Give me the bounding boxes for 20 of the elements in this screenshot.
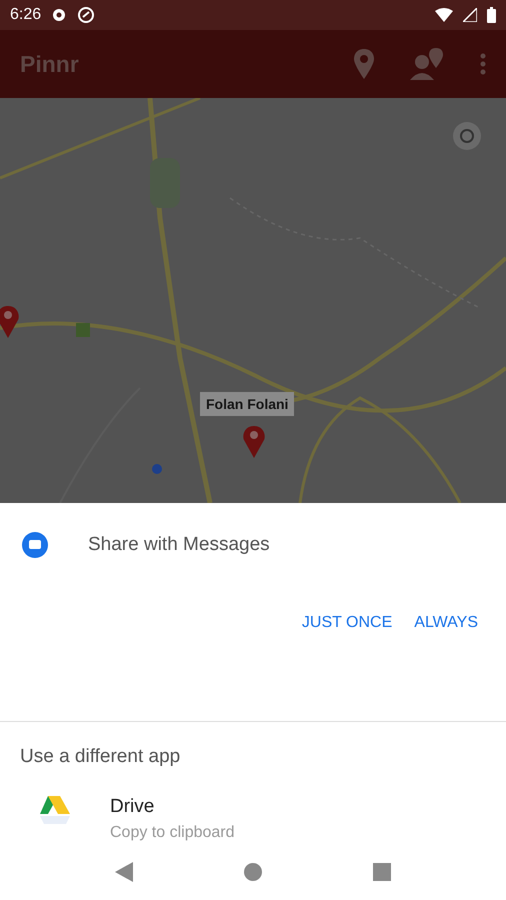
app-title: Pinnr <box>20 50 80 78</box>
status-time: 6:26 <box>10 6 42 24</box>
marker-label: Folan Folani <box>200 392 294 416</box>
home-button[interactable] <box>244 863 262 881</box>
section-title: Use a different app <box>19 745 182 768</box>
signal-icon <box>463 8 477 22</box>
wifi-icon <box>435 8 453 22</box>
recents-button[interactable] <box>372 863 391 881</box>
more-options-button[interactable] <box>480 53 486 75</box>
action-button[interactable]: ALWAYS <box>414 608 478 638</box>
app-subtitle: Copy to clipboard <box>110 824 235 842</box>
person-pin-button[interactable] <box>410 48 444 80</box>
app-name: Drive <box>110 796 156 818</box>
location-pin-button[interactable] <box>354 49 374 79</box>
app-item[interactable]: Drive Copy to clipboard <box>0 768 506 842</box>
battery-icon <box>487 7 496 23</box>
messages-icon <box>22 532 48 558</box>
share-title: Share with Messages <box>88 534 270 556</box>
action-button[interactable]: JUST ONCE <box>302 608 392 638</box>
back-button[interactable] <box>115 862 134 882</box>
